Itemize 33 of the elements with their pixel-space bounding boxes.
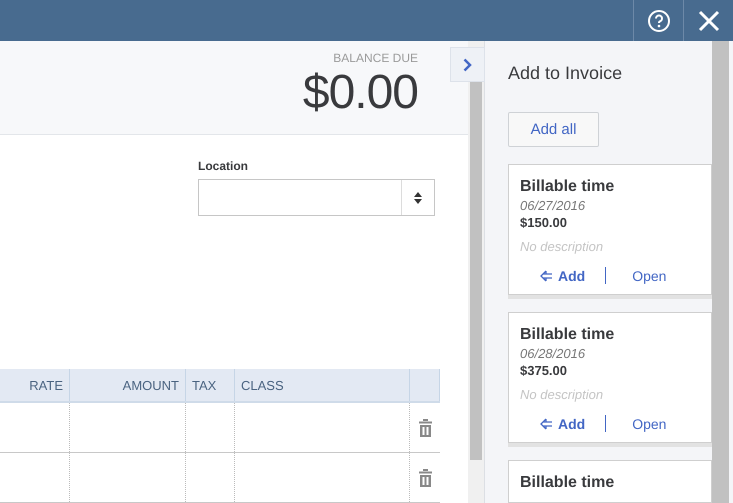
add-link[interactable]: Add — [540, 416, 586, 432]
card-description: No description — [520, 387, 604, 402]
card-date: 06/27/2016 — [520, 198, 586, 213]
card-amount: $375.00 — [520, 363, 568, 378]
column-header: CLASS — [235, 369, 410, 401]
close-icon — [698, 10, 720, 32]
arrow-left-icon — [540, 418, 553, 430]
chevron-right-icon — [463, 58, 472, 72]
open-link[interactable]: Open — [632, 416, 666, 432]
panel-scrollbar-thumb[interactable] — [712, 41, 729, 503]
card-title: Billable time — [520, 474, 616, 492]
trash-icon[interactable] — [418, 468, 432, 486]
card-date: 06/28/2016 — [520, 346, 586, 361]
scrollbar-thumb[interactable] — [470, 82, 482, 460]
sort-arrows-icon — [414, 192, 422, 204]
column-header: RATE — [0, 369, 70, 401]
card-title: Billable time — [520, 178, 616, 196]
add-all-button[interactable]: Add all — [508, 112, 599, 147]
balance-due-amount: $0.00 — [302, 69, 418, 117]
panel-title: Add to Invoice — [508, 63, 624, 84]
add-link[interactable]: Add — [540, 268, 586, 284]
help-icon — [646, 8, 670, 32]
trash-icon[interactable] — [418, 418, 432, 436]
collapse-panel-button[interactable] — [450, 47, 485, 82]
open-link[interactable]: Open — [632, 268, 666, 284]
location-label: Location — [198, 159, 249, 173]
card-description: No description — [520, 239, 604, 254]
column-header: TAX — [186, 369, 235, 401]
arrow-left-icon — [540, 270, 553, 282]
balance-due-label: BALANCE DUE — [333, 51, 418, 65]
card-title: Billable time — [520, 326, 616, 344]
card-amount: $150.00 — [520, 215, 568, 230]
column-header: AMOUNT — [70, 369, 186, 401]
